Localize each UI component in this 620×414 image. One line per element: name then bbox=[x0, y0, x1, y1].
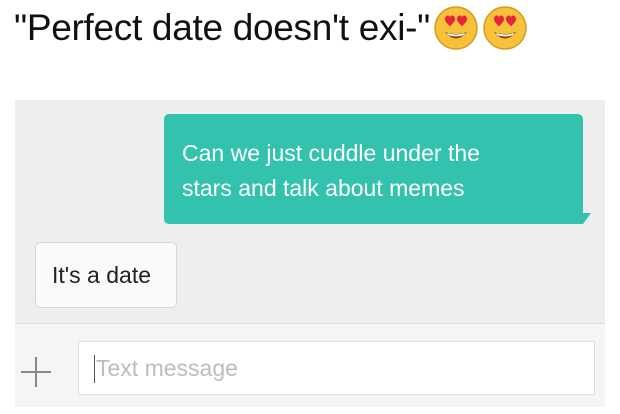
sent-message-line: Can we just cuddle under the bbox=[182, 140, 480, 166]
chat-screenshot: Can we just cuddle under the stars and t… bbox=[15, 100, 605, 407]
caption-text: "Perfect date doesn't exi-" bbox=[14, 7, 431, 48]
heart-eyes-emoji-icon bbox=[483, 6, 527, 50]
received-message-bubble: It's a date bbox=[35, 242, 177, 308]
sent-message-line: stars and talk about memes bbox=[182, 175, 465, 201]
meme-caption: "Perfect date doesn't exi-" bbox=[14, 3, 528, 53]
heart-eyes-emoji-icon bbox=[434, 6, 478, 50]
text-message-input[interactable] bbox=[78, 341, 595, 395]
sent-message-bubble: Can we just cuddle under the stars and t… bbox=[164, 114, 583, 224]
received-message-text: It's a date bbox=[52, 262, 152, 288]
sent-bubble-tail bbox=[583, 213, 591, 224]
plus-icon[interactable] bbox=[21, 357, 51, 387]
message-composer bbox=[15, 323, 605, 407]
text-cursor bbox=[94, 355, 95, 383]
